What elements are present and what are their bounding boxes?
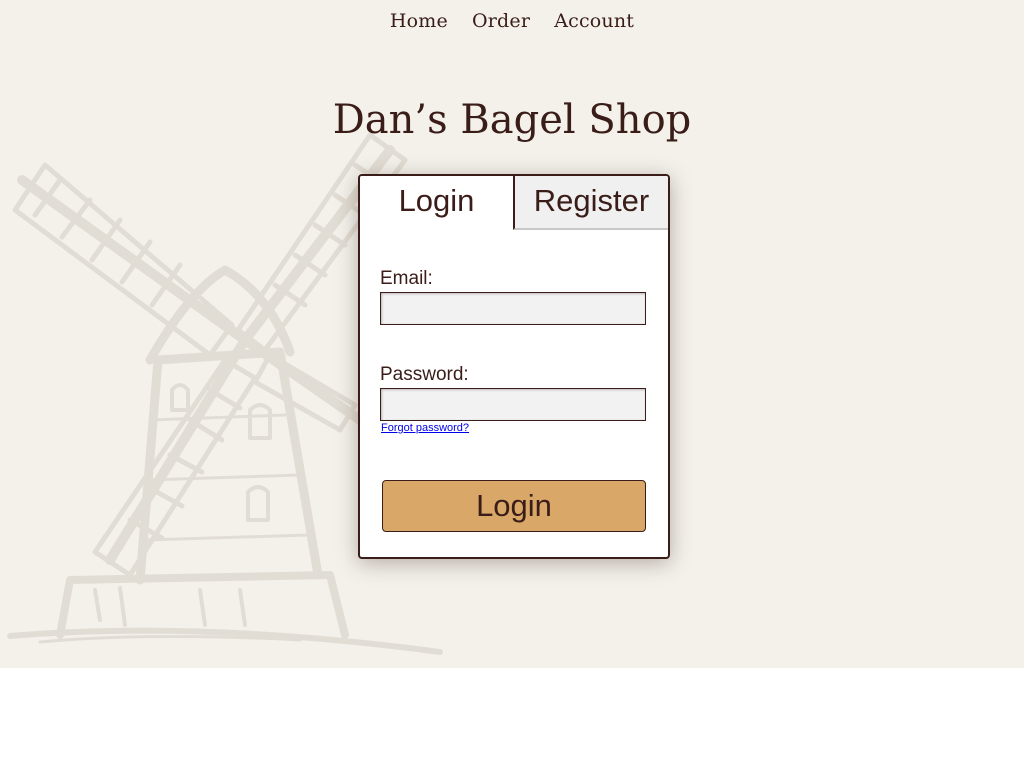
top-nav: Home Order Account [0,10,1024,32]
forgot-password-link[interactable]: Forgot password? [381,422,469,434]
login-button[interactable]: Login [382,480,646,532]
tab-login[interactable]: Login [360,176,513,230]
nav-account-link[interactable]: Account [554,10,634,32]
auth-card: Login Register Email: Password: Forgot p… [358,174,670,559]
password-label: Password: [380,364,469,385]
email-label: Email: [380,268,433,289]
password-field[interactable] [380,388,646,421]
nav-order-link[interactable]: Order [472,10,530,32]
tab-register[interactable]: Register [513,176,668,230]
page-title: Dan’s Bagel Shop [332,97,692,143]
email-field[interactable] [380,292,646,325]
nav-home-link[interactable]: Home [390,10,448,32]
